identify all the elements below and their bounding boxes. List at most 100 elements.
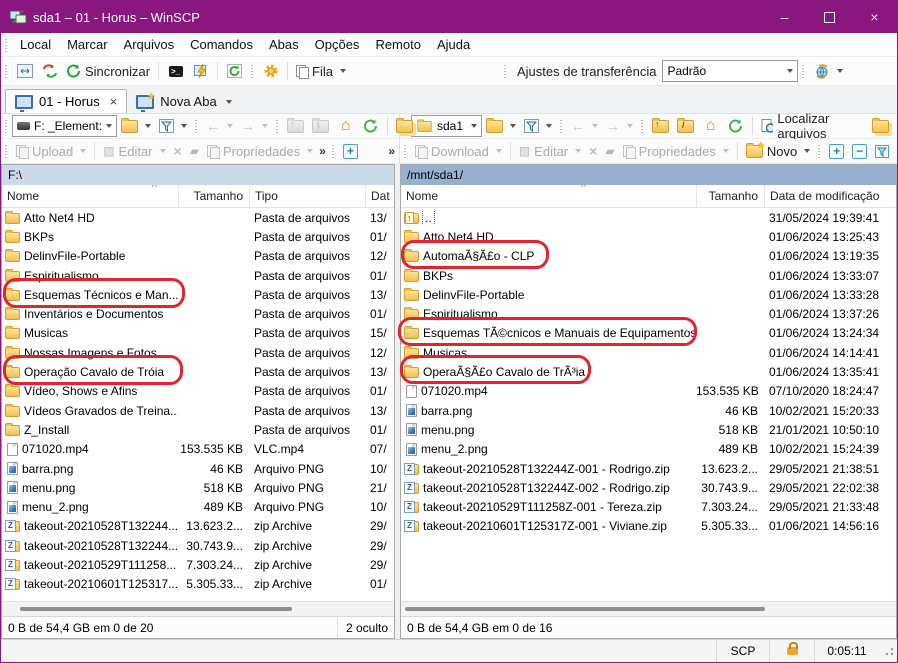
find-files-button[interactable]: Localizar arquivos — [757, 109, 868, 143]
local-edit-button[interactable]: ▨Editar — [99, 142, 169, 161]
column-header-size[interactable]: Tamanho — [178, 185, 249, 207]
local-filter-button[interactable] — [155, 117, 191, 135]
remote-back-button[interactable]: ← — [567, 117, 602, 135]
file-row[interactable]: takeout-20210601T125317Z-001 - Viviane.z… — [401, 517, 896, 536]
file-row[interactable]: takeout-20210601T125317...5.305.33...zip… — [2, 575, 394, 594]
menu-remoto[interactable]: Remoto — [367, 37, 429, 52]
column-header-size[interactable]: Tamanho — [696, 185, 764, 207]
file-row[interactable]: Vídeos Gravados de Treina...Pasta de arq… — [2, 401, 394, 420]
file-row[interactable]: menu.png518 KBArquivo PNG21/ — [2, 478, 394, 497]
panel-layout-icon[interactable] — [12, 61, 37, 82]
remote-filter-toggle[interactable] — [871, 143, 893, 160]
toolbar-grip[interactable] — [4, 118, 9, 134]
maximize-button[interactable] — [807, 1, 852, 33]
file-row[interactable]: takeout-20210528T132244Z-002 - Rodrigo.z… — [401, 478, 896, 497]
file-row[interactable]: barra.png46 KBArquivo PNG10/ — [2, 459, 394, 478]
column-header-date[interactable]: Dat — [365, 185, 394, 207]
toolbar-grip[interactable] — [503, 63, 508, 79]
toolbar-grip[interactable] — [801, 63, 806, 79]
local-properties-button[interactable]: Propriedades — [203, 142, 317, 161]
upload-button[interactable]: Upload — [12, 142, 90, 161]
resize-grip[interactable] — [883, 645, 895, 657]
file-row[interactable]: menu.png518 KB21/01/2021 10:50:10 — [401, 420, 896, 439]
encryption-cell[interactable] — [769, 640, 814, 662]
file-row[interactable]: 071020.mp4153.535 KBVLC.mp407/ — [2, 440, 394, 459]
local-rename-button[interactable]: ▰ — [186, 142, 203, 160]
toolbar-grip[interactable] — [4, 37, 9, 53]
new-tab-button[interactable]: ★ Nova Aba — [127, 90, 240, 113]
new-button[interactable]: ★Novo — [742, 142, 814, 161]
local-home-icon[interactable]: ⌂ — [333, 116, 358, 137]
toolbar-grip[interactable] — [4, 143, 9, 159]
file-row[interactable]: BKPs01/06/2024 13:33:07 — [401, 266, 896, 285]
overflow-chevron[interactable]: » — [317, 144, 328, 158]
file-row[interactable]: takeout-20210528T132244...13.623.2...zip… — [2, 517, 394, 536]
menu-local[interactable]: Local — [12, 37, 59, 52]
local-open-directory-button[interactable] — [117, 118, 155, 135]
toolbar-grip[interactable] — [403, 143, 408, 159]
remote-open-directory-button[interactable] — [482, 118, 520, 135]
file-row[interactable]: menu_2.png489 KBArquivo PNG10/ — [2, 497, 394, 516]
file-row[interactable]: Nossas Imagens e FotosPasta de arquivos1… — [2, 343, 394, 362]
local-delete-button[interactable]: × — [170, 141, 186, 161]
remote-directory-select[interactable]: sda1 — [411, 115, 482, 137]
remote-home-icon[interactable]: ⌂ — [698, 116, 723, 137]
tab-01-horus[interactable]: 01 - Horus × — [5, 89, 127, 113]
protocol-cell[interactable]: SCP — [716, 640, 769, 662]
file-row[interactable]: takeout-20210528T132244...30.743.9...zip… — [2, 536, 394, 555]
remote-remove-button[interactable]: − — [848, 142, 871, 161]
tab-close-icon[interactable]: × — [110, 94, 118, 109]
toolbar-grip[interactable] — [331, 143, 336, 159]
file-row[interactable]: Atto Net4 HD01/06/2024 13:25:43 — [401, 227, 896, 246]
remote-horizontal-scrollbar[interactable] — [401, 601, 896, 616]
file-row[interactable]: Esquemas TÃ©cnicos e Manuais de Equipame… — [401, 324, 896, 343]
transfer-options-globe-icon[interactable] — [809, 61, 834, 82]
local-horizontal-scrollbar[interactable] — [2, 601, 394, 616]
local-path-bar[interactable]: F:\ — [2, 165, 394, 185]
file-row[interactable]: DelinvFile-PortablePasta de arquivos12/ — [2, 247, 394, 266]
file-row[interactable]: Operação Cavalo de TróiaPasta de arquivo… — [2, 362, 394, 381]
remote-filter-button[interactable] — [520, 117, 556, 135]
local-forward-button[interactable]: → — [237, 117, 272, 135]
column-header-type[interactable]: Tipo — [249, 185, 365, 207]
remote-root-directory-icon[interactable]: / — [673, 116, 698, 137]
local-root-directory-icon[interactable]: \ — [308, 116, 333, 137]
file-row[interactable]: takeout-20210528T132244Z-001 - Rodrigo.z… — [401, 459, 896, 478]
menu-arquivos[interactable]: Arquivos — [116, 37, 183, 52]
refresh-panels-icon[interactable] — [222, 61, 247, 82]
remote-properties-button[interactable]: Propriedades — [619, 142, 733, 161]
download-button[interactable]: Download — [411, 142, 506, 161]
toolbar-grip[interactable] — [817, 143, 822, 159]
local-add-button[interactable]: + — [339, 142, 362, 161]
queue-button[interactable]: Fila — [292, 62, 350, 81]
toolbar-grip[interactable] — [194, 118, 199, 134]
local-drive-select[interactable]: F: _Element: — [12, 115, 117, 137]
minimize-button[interactable]: – — [762, 1, 807, 33]
synchronize-button[interactable]: Sincronizar — [62, 62, 154, 81]
close-button[interactable]: × — [852, 1, 897, 33]
transfer-settings-select[interactable]: Padrão — [662, 60, 798, 82]
menu-abas[interactable]: Abas — [261, 37, 307, 52]
remote-forward-button[interactable]: → — [602, 117, 637, 135]
remote-edit-button[interactable]: ▨Editar — [515, 142, 585, 161]
console-icon[interactable]: >_ — [163, 61, 188, 82]
remote-directory-tree-icon[interactable] — [868, 116, 893, 137]
toolbar-grip[interactable] — [250, 63, 255, 79]
file-row[interactable]: EspiritualismoPasta de arquivos01/ — [2, 266, 394, 285]
file-row[interactable]: Atto Net4 HDPasta de arquivos13/ — [2, 208, 394, 227]
remote-rename-button[interactable]: ▰ — [601, 142, 618, 160]
column-header-date[interactable]: Data de modificação — [764, 185, 896, 207]
session-duration-cell[interactable]: 0:05:11 — [814, 640, 879, 662]
file-row[interactable]: menu_2.png489 KB10/02/2021 15:24:39 — [401, 440, 896, 459]
remote-add-button[interactable]: + — [825, 142, 848, 161]
file-row[interactable]: Z_InstallPasta de arquivos01/ — [2, 420, 394, 439]
column-header-name[interactable]: Nome^ — [401, 185, 696, 207]
menu-opcoes[interactable]: Opções — [307, 37, 368, 52]
toolbar-grip[interactable] — [275, 118, 280, 134]
file-row[interactable]: OperaÃ§Ã£o Cavalo de TrÃ³ia01/06/2024 13… — [401, 362, 896, 381]
file-row[interactable]: takeout-20210529T111258Z-001 - Tereza.zi… — [401, 497, 896, 516]
menu-comandos[interactable]: Comandos — [182, 37, 261, 52]
file-row[interactable]: Espiritualismo01/06/2024 13:37:26 — [401, 304, 896, 323]
file-row[interactable]: Inventários e DocumentosPasta de arquivo… — [2, 304, 394, 323]
transfer-options-caret[interactable] — [837, 69, 843, 73]
